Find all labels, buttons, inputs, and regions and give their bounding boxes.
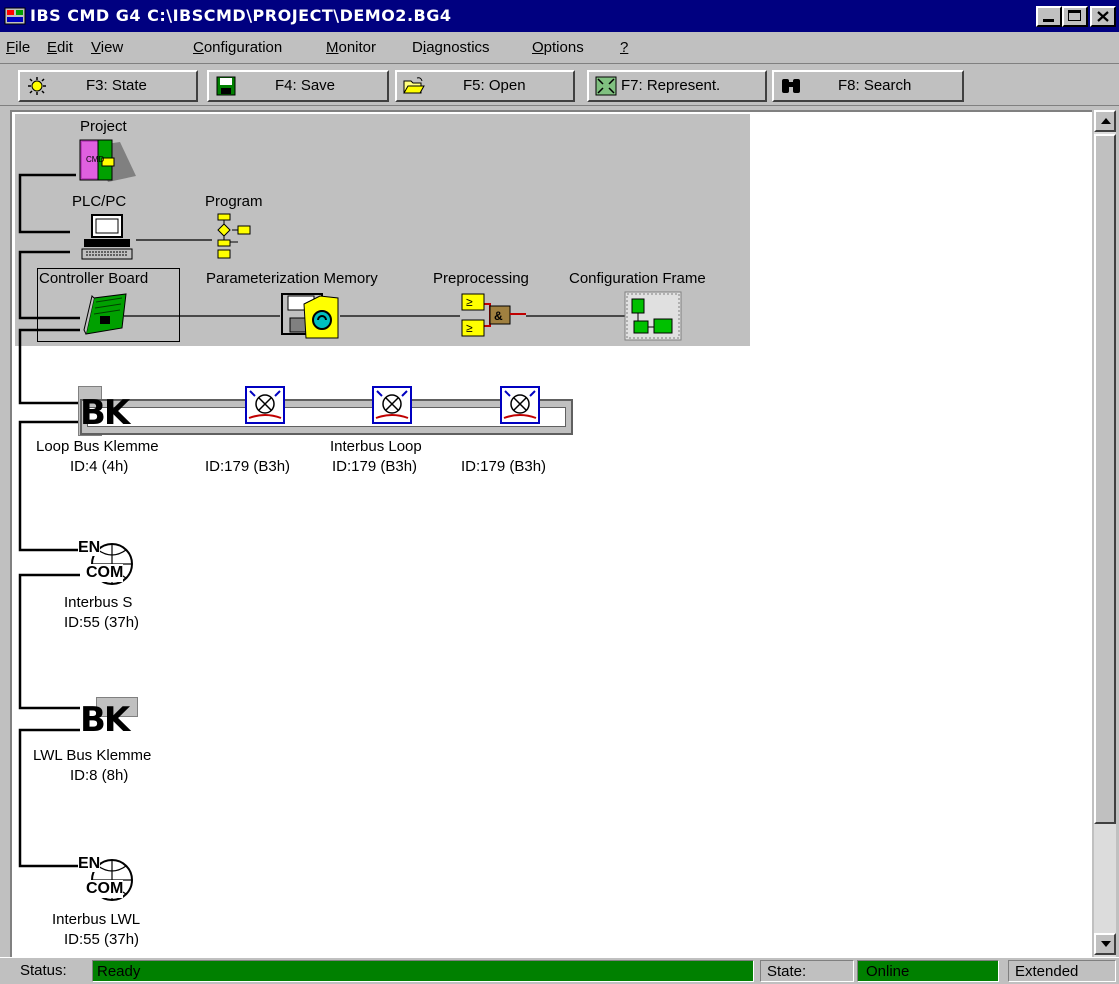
loop-device-icon-3[interactable] — [500, 386, 540, 424]
interbus-loop-label: Interbus Loop — [330, 438, 422, 455]
loop-bk-label: Loop Bus Klemme — [36, 438, 159, 455]
mode-field: Extended — [1008, 960, 1116, 982]
encom-device-icon-1[interactable]: EN COM — [76, 540, 140, 590]
project-label: Project — [80, 118, 127, 135]
encom-2-id: ID:55 (37h) — [64, 931, 140, 948]
svg-text:≥: ≥ — [466, 295, 473, 309]
plc-label: PLC/PC — [72, 193, 127, 210]
arrow-down-icon — [1101, 941, 1111, 947]
lwl-bk-label: LWL Bus Klemme — [33, 747, 152, 764]
project-book-icon[interactable]: CMD — [78, 138, 138, 186]
status-bar: Status: Ready State: Online Extended — [0, 957, 1119, 984]
connection-lines — [18, 173, 625, 868]
encom-2-label: Interbus LWL — [52, 911, 141, 928]
state-field: Online — [857, 960, 999, 982]
config-frame-label: Configuration Frame — [569, 270, 706, 287]
status-label: Status: — [20, 962, 67, 979]
state-label-cell: State: — [760, 960, 854, 982]
loop-device-icon-2[interactable] — [372, 386, 412, 424]
flowchart-icon[interactable] — [210, 212, 260, 262]
loop-device-1-id: ID:179 (B3h) — [205, 458, 291, 475]
scroll-up-button[interactable] — [1094, 110, 1116, 132]
svg-text:CMD: CMD — [86, 155, 104, 164]
encom-1-id: ID:55 (37h) — [64, 614, 140, 631]
controller-board-label: Controller Board — [39, 270, 149, 287]
scroll-down-button[interactable] — [1094, 933, 1116, 955]
vertical-scrollbar[interactable] — [1093, 110, 1116, 957]
config-frame-icon[interactable] — [624, 291, 682, 341]
program-label: Program — [205, 193, 263, 210]
loop-device-2-id: ID:179 (B3h) — [332, 458, 418, 475]
arrow-up-icon — [1101, 118, 1111, 124]
loop-device-3-id: ID:179 (B3h) — [461, 458, 547, 475]
scroll-thumb[interactable] — [1094, 134, 1116, 824]
svg-text:&: & — [494, 309, 503, 323]
preprocessing-icon[interactable]: ≥ ≥ & — [460, 292, 528, 340]
bk-logo[interactable]: BK — [80, 393, 130, 433]
lwl-bk-id: ID:8 (8h) — [70, 767, 129, 784]
encom-1-label: Interbus S — [64, 594, 133, 611]
param-memory-icon[interactable] — [280, 292, 342, 342]
computer-icon[interactable] — [78, 213, 138, 261]
encom-device-icon-2[interactable]: EN COM — [76, 856, 140, 906]
svg-text:≥: ≥ — [466, 321, 473, 335]
param-memory-label: Parameterization Memory — [206, 270, 378, 287]
loop-device-icon-1[interactable] — [245, 386, 285, 424]
preprocessing-label: Preprocessing — [433, 270, 529, 287]
loop-bk-id: ID:4 (4h) — [70, 458, 129, 475]
lwl-bk-logo[interactable]: BK — [80, 700, 130, 740]
controller-card-icon[interactable] — [82, 292, 132, 338]
status-field: Ready — [92, 960, 754, 982]
